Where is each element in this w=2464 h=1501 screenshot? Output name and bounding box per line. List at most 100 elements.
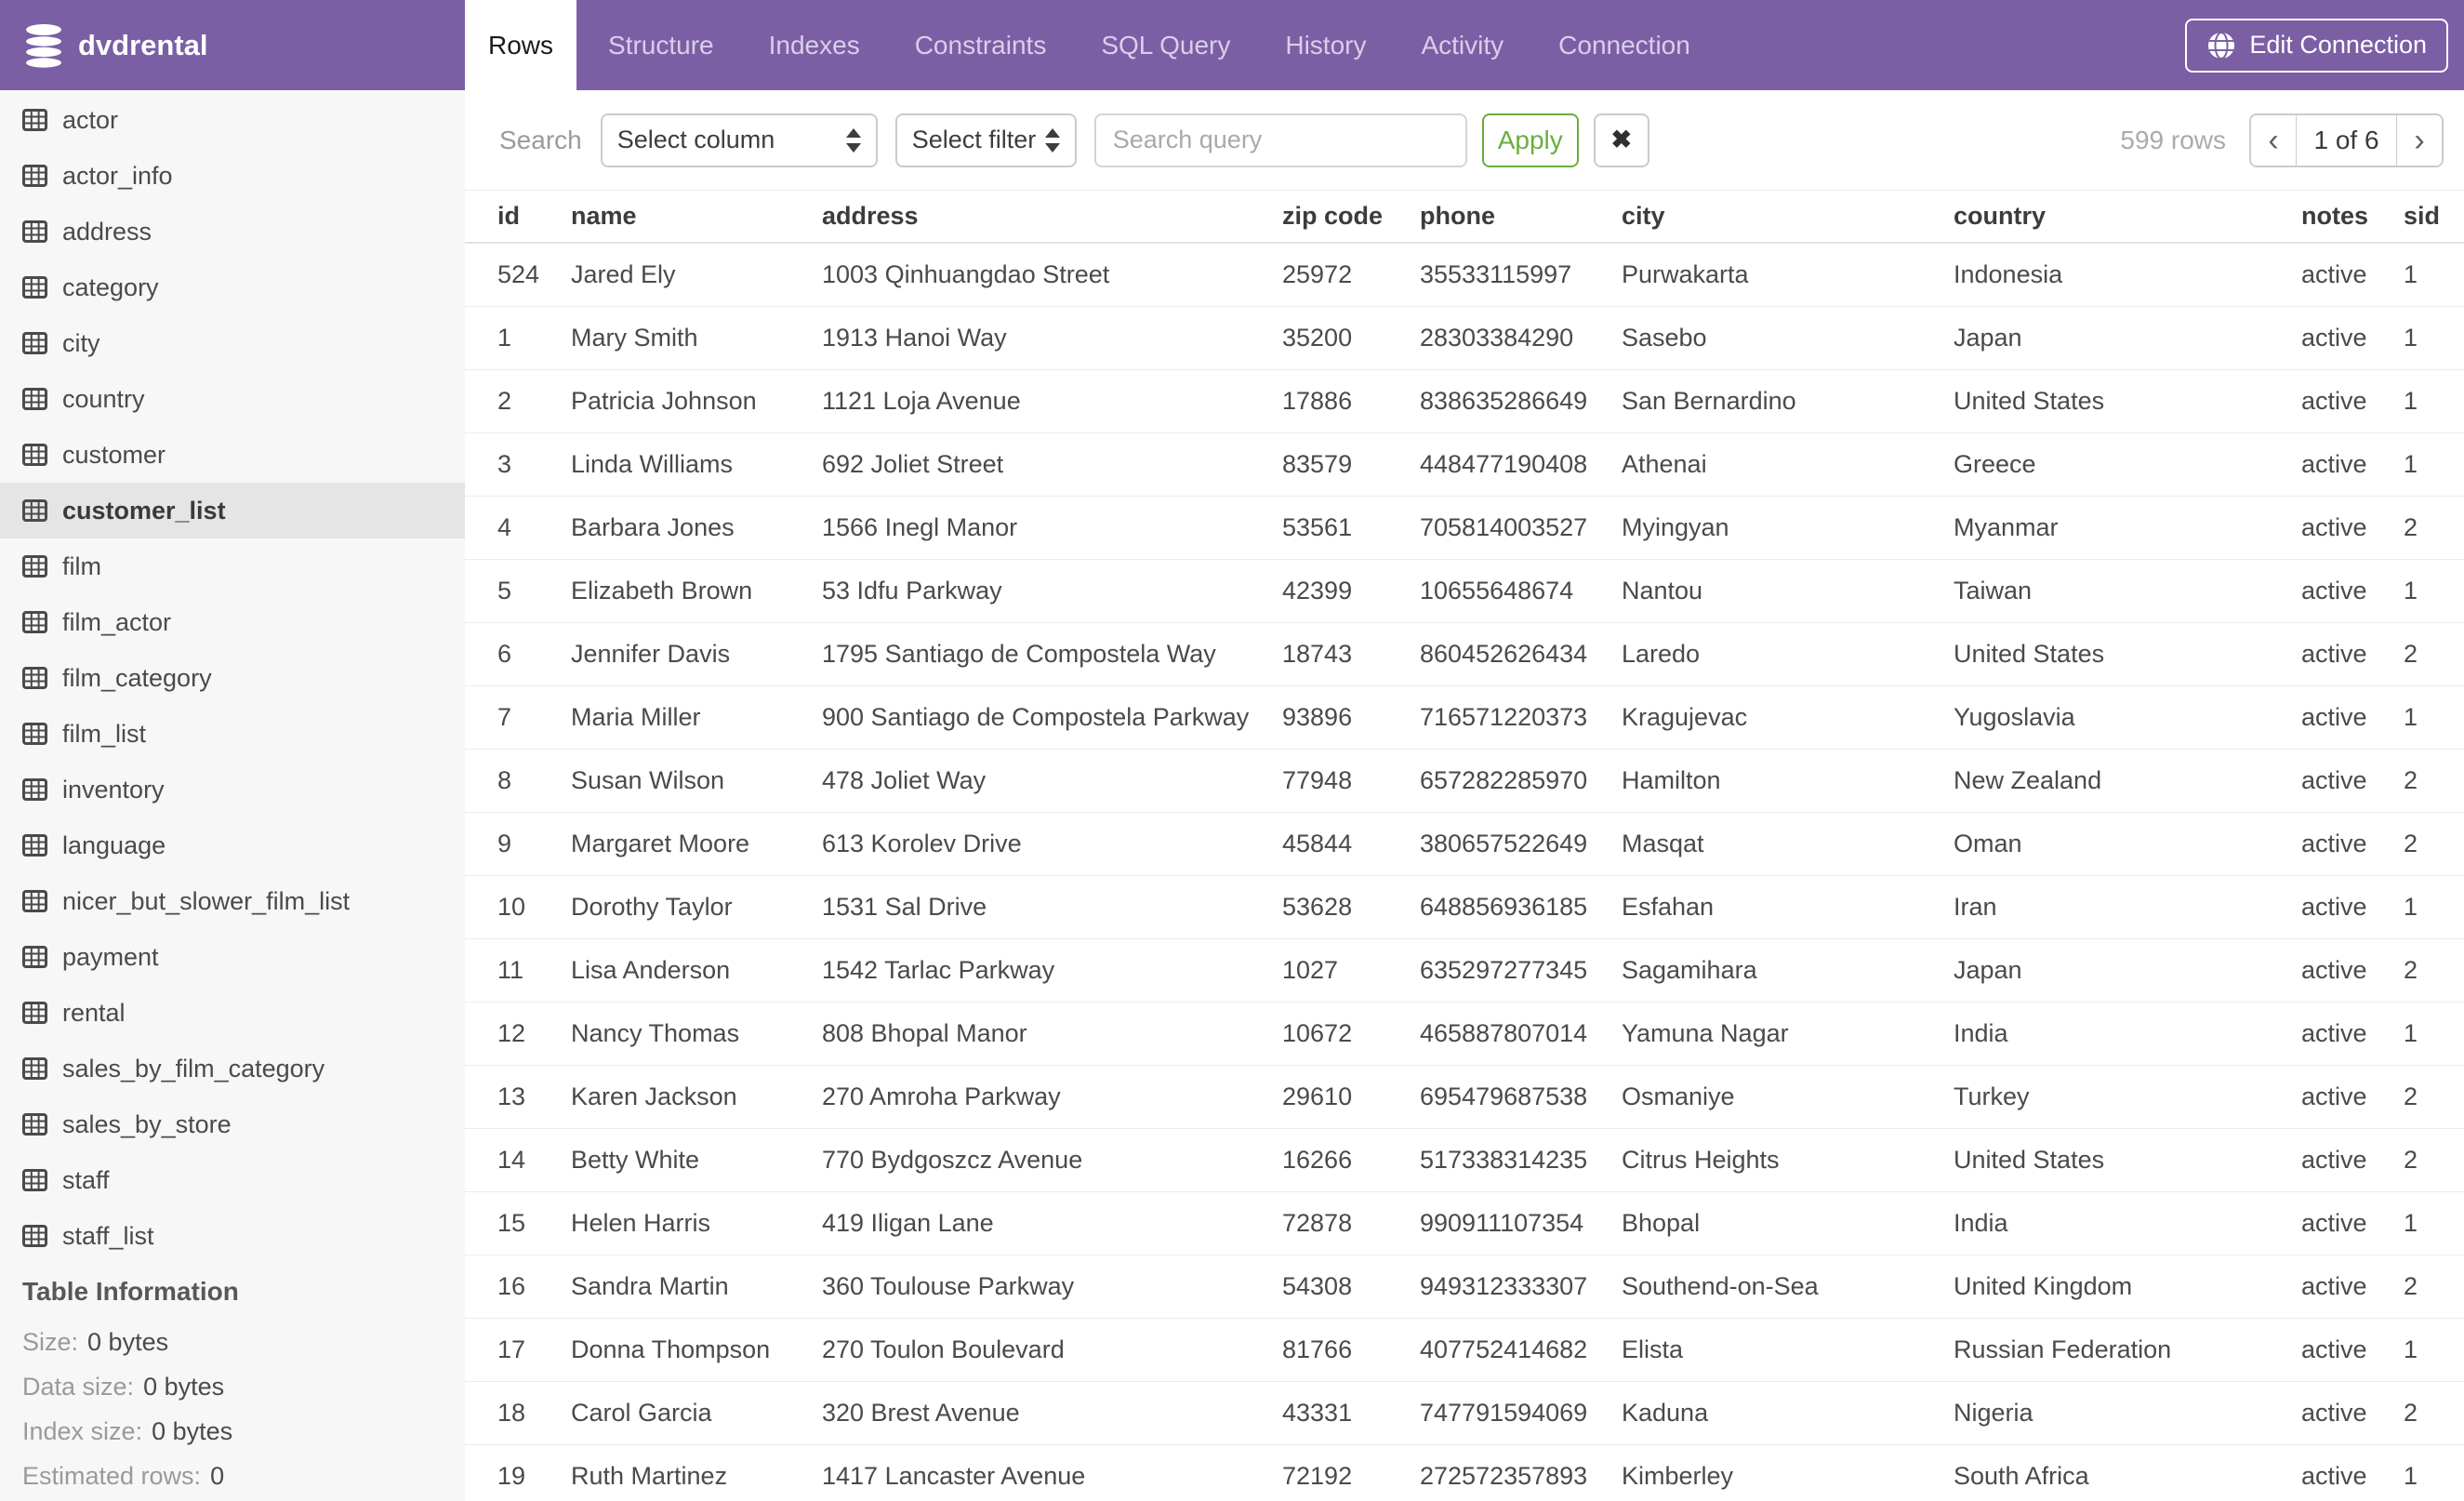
sidebar-table-item[interactable]: country: [0, 371, 465, 427]
sidebar-table-item[interactable]: city: [0, 315, 465, 371]
table-row[interactable]: 524 Jared Ely 1003 Qinhuangdao Street 25…: [465, 244, 2464, 307]
next-page-button[interactable]: ›: [2397, 114, 2442, 166]
cell-city: Laredo: [1622, 640, 1701, 668]
tab[interactable]: Rows: [465, 0, 577, 90]
table-name-label: inventory: [62, 775, 165, 804]
table-row[interactable]: 12 Nancy Thomas 808 Bhopal Manor 10672 4…: [465, 1003, 2464, 1066]
sidebar-table-item[interactable]: actor: [0, 92, 465, 148]
table-row[interactable]: 4 Barbara Jones 1566 Inegl Manor 53561 7…: [465, 497, 2464, 560]
tab[interactable]: Structure: [585, 0, 737, 90]
cell-address: 1531 Sal Drive: [822, 893, 987, 921]
filter-select[interactable]: Select filter: [894, 113, 1077, 167]
column-header[interactable]: name: [571, 202, 822, 231]
table-row[interactable]: 5 Elizabeth Brown 53 Idfu Parkway 42399 …: [465, 560, 2464, 623]
tab[interactable]: Activity: [1398, 0, 1527, 90]
column-header[interactable]: notes: [2301, 202, 2404, 231]
tab[interactable]: Indexes: [746, 0, 883, 90]
cell-country: United States: [1954, 640, 2105, 668]
tab[interactable]: Constraints: [892, 0, 1070, 90]
cell-notes: active: [2301, 956, 2367, 984]
sidebar-table-item[interactable]: film_category: [0, 650, 465, 706]
edit-connection-button[interactable]: Edit Connection: [2185, 18, 2448, 73]
table-row[interactable]: 13 Karen Jackson 270 Amroha Parkway 2961…: [465, 1066, 2464, 1129]
table-icon: [22, 611, 47, 633]
table-row[interactable]: 19 Ruth Martinez 1417 Lancaster Avenue 7…: [465, 1445, 2464, 1501]
table-row[interactable]: 8 Susan Wilson 478 Joliet Way 77948 6572…: [465, 750, 2464, 813]
sidebar-table-item[interactable]: actor_info: [0, 148, 465, 204]
sidebar-table-item[interactable]: film: [0, 538, 465, 594]
cell-phone: 380657522649: [1420, 830, 1588, 857]
column-header[interactable]: city: [1622, 202, 1954, 231]
table-row[interactable]: 2 Patricia Johnson 1121 Loja Avenue 1788…: [465, 370, 2464, 433]
cell-notes: active: [2301, 640, 2367, 668]
tab[interactable]: History: [1262, 0, 1389, 90]
sidebar-table-item[interactable]: language: [0, 817, 465, 873]
sidebar-table-item[interactable]: rental: [0, 985, 465, 1041]
table-row[interactable]: 6 Jennifer Davis 1795 Santiago de Compos…: [465, 623, 2464, 686]
table-row[interactable]: 14 Betty White 770 Bydgoszcz Avenue 1626…: [465, 1129, 2464, 1192]
sidebar-table-item[interactable]: category: [0, 259, 465, 315]
sidebar-table-item[interactable]: film_list: [0, 706, 465, 762]
sidebar-table-item[interactable]: customer: [0, 427, 465, 483]
cell-sid: 1: [2404, 324, 2418, 352]
sidebar-table-item[interactable]: sales_by_store: [0, 1096, 465, 1152]
cell-city: Masqat: [1622, 830, 1704, 857]
cell-zip-code: 45844: [1282, 830, 1353, 857]
column-header[interactable]: zip code: [1282, 202, 1420, 231]
table-row[interactable]: 16 Sandra Martin 360 Toulouse Parkway 54…: [465, 1255, 2464, 1319]
column-header[interactable]: id: [497, 202, 571, 231]
cell-city: Hamilton: [1622, 766, 1721, 794]
cell-name: Linda Williams: [571, 450, 734, 478]
cell-city: Bhopal: [1622, 1209, 1701, 1237]
tab[interactable]: SQL Query: [1078, 0, 1253, 90]
cell-name: Carol Garcia: [571, 1399, 712, 1427]
cell-name: Ruth Martinez: [571, 1462, 728, 1490]
table-row[interactable]: 10 Dorothy Taylor 1531 Sal Drive 53628 6…: [465, 876, 2464, 939]
table-row[interactable]: 15 Helen Harris 419 Iligan Lane 72878 99…: [465, 1192, 2464, 1255]
table-row[interactable]: 9 Margaret Moore 613 Korolev Drive 45844…: [465, 813, 2464, 876]
sidebar-table-item[interactable]: sales_by_film_category: [0, 1041, 465, 1096]
column-header[interactable]: phone: [1420, 202, 1622, 231]
table-row[interactable]: 1 Mary Smith 1913 Hanoi Way 35200 283033…: [465, 307, 2464, 370]
cell-phone: 10655648674: [1420, 577, 1574, 604]
field-label: Data size:: [22, 1372, 135, 1401]
column-select[interactable]: Select column: [600, 113, 878, 167]
table-header-row: id name address zip code phone city coun…: [465, 191, 2464, 244]
cell-country: Myanmar: [1954, 513, 2059, 541]
cell-phone: 407752414682: [1420, 1335, 1588, 1363]
search-query-input[interactable]: [1093, 113, 1467, 167]
table-row[interactable]: 3 Linda Williams 692 Joliet Street 83579…: [465, 433, 2464, 497]
table-row[interactable]: 7 Maria Miller 900 Santiago de Compostel…: [465, 686, 2464, 750]
clear-search-button[interactable]: ✖: [1593, 113, 1649, 167]
filter-select-value: Select filter: [911, 126, 1037, 153]
field-value: 0 bytes: [152, 1416, 233, 1445]
column-header[interactable]: country: [1954, 202, 2301, 231]
tab-label: Structure: [608, 30, 714, 60]
sidebar-table-item[interactable]: staff: [0, 1152, 465, 1208]
prev-page-button[interactable]: ‹: [2251, 114, 2296, 166]
sidebar-table-item[interactable]: staff_list: [0, 1208, 465, 1264]
table-row[interactable]: 11 Lisa Anderson 1542 Tarlac Parkway 102…: [465, 939, 2464, 1003]
table-name-label: film: [62, 551, 101, 580]
tab[interactable]: Connection: [1535, 0, 1714, 90]
sidebar-table-item[interactable]: film_actor: [0, 594, 465, 650]
column-header[interactable]: address: [822, 202, 1282, 231]
table-name-label: actor: [62, 105, 119, 134]
table-row[interactable]: 18 Carol Garcia 320 Brest Avenue 43331 7…: [465, 1382, 2464, 1445]
table-name-label: film_category: [62, 663, 212, 692]
sidebar-table-item[interactable]: inventory: [0, 762, 465, 817]
cell-sid: 2: [2404, 640, 2418, 668]
sidebar-table-item[interactable]: nicer_but_slower_film_list: [0, 873, 465, 929]
cell-address: 1795 Santiago de Compostela Way: [822, 640, 1216, 668]
sidebar-table-item[interactable]: payment: [0, 929, 465, 985]
page-indicator: 1 of 6: [2296, 114, 2397, 166]
column-header[interactable]: sid: [2404, 202, 2464, 231]
apply-button[interactable]: Apply: [1481, 113, 1579, 167]
cell-address: 1913 Hanoi Way: [822, 324, 1007, 352]
sidebar-table-item[interactable]: address: [0, 204, 465, 259]
cell-name: Mary Smith: [571, 324, 698, 352]
table-row[interactable]: 17 Donna Thompson 270 Toulon Boulevard 8…: [465, 1319, 2464, 1382]
cell-phone: 990911107354: [1420, 1209, 1584, 1237]
cell-city: Yamuna Nagar: [1622, 1019, 1789, 1047]
sidebar-table-item[interactable]: customer_list: [0, 483, 465, 538]
